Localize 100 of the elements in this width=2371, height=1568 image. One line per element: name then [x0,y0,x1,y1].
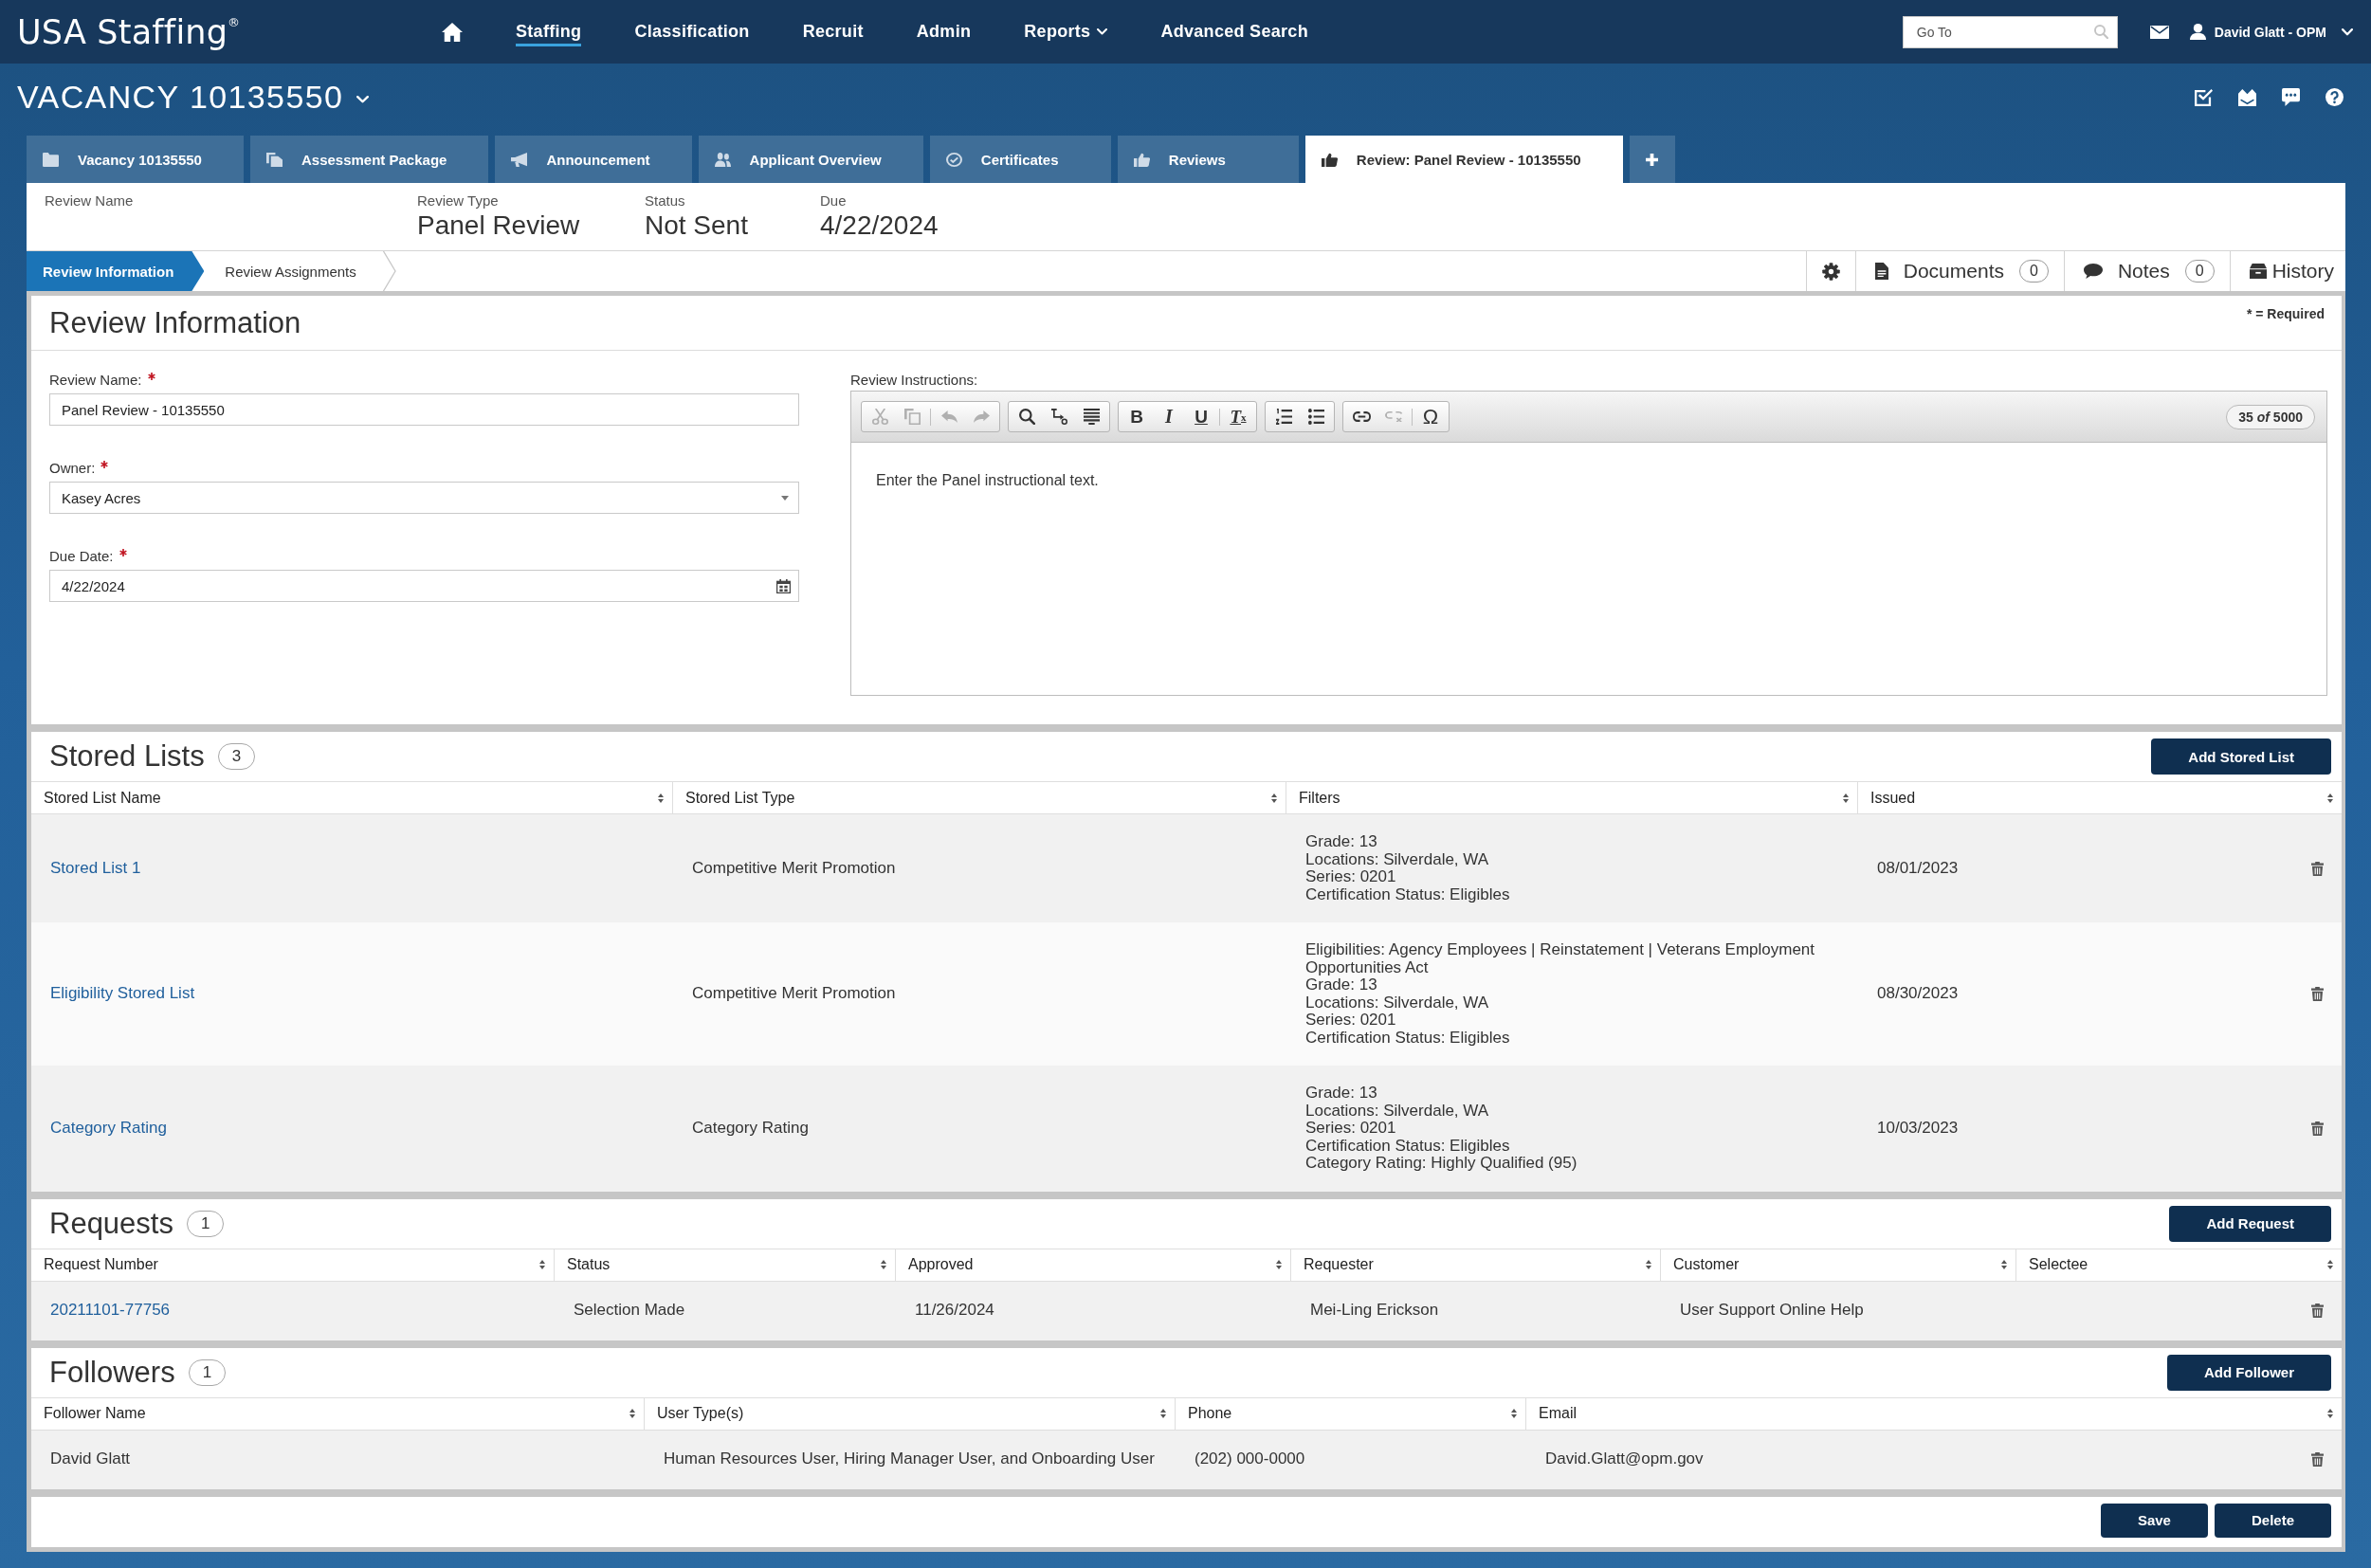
special-character-button[interactable]: Ω [1414,403,1447,430]
add-tab-button[interactable] [1629,136,1675,183]
trash-icon[interactable] [2311,987,2324,1001]
tab[interactable]: Review: Panel Review - 10135550 [1304,136,1623,183]
text-field[interactable]: Panel Review - 10135550 [49,393,799,426]
column-header[interactable]: Phone [1176,1397,1526,1430]
table-cell: Category Rating [692,1120,809,1138]
sort-icon [1160,1409,1166,1418]
column-header[interactable]: Status [555,1249,896,1281]
table-cell: 11/26/2024 [915,1302,994,1320]
underline-button[interactable]: U [1185,403,1217,430]
bold-button[interactable]: B [1121,403,1153,430]
filter-text: Locations: Silverdale, WA [1305,994,1489,1012]
column-header[interactable]: Request Number [31,1249,555,1281]
thumbs-up-icon [1321,152,1338,167]
column-header[interactable]: Filters [1286,782,1858,813]
field-value: Panel Review [417,210,580,242]
caret-icon [356,96,370,103]
vacancy-title[interactable]: VACANCY 10135550 [17,78,370,116]
dropdown-field[interactable]: Kasey Acres [49,482,799,514]
tray-icon[interactable] [2238,87,2256,106]
filter-text: Locations: Silverdale, WA [1305,850,1489,868]
section-title: Review Information [49,305,301,340]
caret-icon [781,495,789,501]
field-label: Review Name: [49,371,142,388]
required-note: * = Required [2246,306,2325,321]
add-button[interactable]: Add Request [2169,1205,2331,1242]
checkbox-icon[interactable] [2195,87,2213,106]
tab[interactable]: Reviews [1117,136,1299,183]
table-cell: Mei-Ling Erickson [1310,1302,1439,1320]
column-header[interactable]: Approved [896,1249,1291,1281]
replace-icon [1050,409,1067,425]
trash-icon[interactable] [2311,1304,2324,1318]
copy-icon [903,409,921,425]
chat-icon[interactable] [2282,87,2300,106]
trash-icon[interactable] [2311,1452,2324,1467]
text-lines-icon [1083,409,1100,425]
document-icon [1874,263,1888,280]
column-header[interactable]: Stored List Name [31,782,673,813]
stored-list-link[interactable]: Eligibility Stored List [50,985,195,1003]
italic-button[interactable]: I [1153,403,1185,430]
stored-list-link[interactable]: Stored List 1 [50,859,141,878]
table-cell: David.Glatt@opm.gov [1545,1450,1704,1468]
column-header[interactable]: Customer [1661,1249,2016,1281]
column-header[interactable]: User Type(s) [645,1397,1176,1430]
tab[interactable]: Applicant Overview [698,136,923,183]
sort-icon [1276,1260,1282,1269]
date-field[interactable]: 4/22/2024 [49,570,799,602]
mail-icon[interactable] [2149,25,2169,39]
nav-link[interactable]: Admin [916,17,972,46]
nav-link[interactable]: Staffing [516,17,582,46]
sort-icon [539,1260,545,1269]
nav-link[interactable]: Recruit [802,17,864,46]
tab[interactable]: Announcement [495,136,692,183]
help-icon[interactable] [2325,87,2344,106]
tab[interactable]: Assessment Package [249,136,489,183]
caret-icon [2342,27,2353,36]
megaphone-icon [511,152,528,167]
user-menu[interactable]: David Glatt - OPM [2189,24,2353,40]
filter-text: Category Rating: Highly Qualified (95) [1305,1155,1578,1173]
caret-icon [1097,28,1108,35]
column-header[interactable]: Selectee [2016,1249,2342,1281]
column-header[interactable]: Email [1526,1397,2342,1430]
unlink-icon [1384,411,1403,422]
box-icon [2249,264,2267,279]
user-icon [2189,24,2206,40]
sort-icon [2001,1260,2007,1269]
column-header[interactable]: Stored List Type [673,782,1286,813]
nav-link[interactable]: Advanced Search [1160,17,1308,46]
trash-icon[interactable] [2311,861,2324,876]
stored-list-link[interactable]: Category Rating [50,1120,167,1138]
section-title: Requests [49,1206,173,1241]
tab[interactable]: Certificates [929,136,1111,183]
field-value: Not Sent [645,210,748,242]
table-cell: Selection Made [574,1302,685,1320]
column-header[interactable]: Issued [1858,782,2342,813]
tab[interactable]: Vacancy 10135550 [27,136,244,183]
go-to-search-field[interactable]: Go To [1902,15,2118,48]
plus-icon [1646,153,1659,166]
column-header[interactable]: Follower Name [31,1397,645,1430]
add-button[interactable]: Add Follower [2167,1354,2331,1391]
filter-text: Certification Status: Eligibles [1305,1137,1510,1155]
step-tab[interactable]: Review Information [27,251,205,291]
sort-icon [1646,1260,1651,1269]
save-button[interactable]: Save [2100,1503,2208,1538]
nav-link[interactable]: Classification [634,17,750,46]
trash-icon[interactable] [2311,1121,2324,1136]
home-icon[interactable] [442,22,463,42]
request-link[interactable]: 20211101-77756 [50,1302,171,1320]
add-button[interactable]: Add Stored List [2151,738,2331,775]
table-cell: 08/30/2023 [1877,985,1959,1003]
nav-link[interactable]: Reports [1024,17,1108,46]
delete-button[interactable]: Delete [2214,1503,2331,1538]
column-header[interactable]: Requester [1291,1249,1661,1281]
character-counter: 35 of 5000 [2226,404,2315,429]
filter-text: Grade: 13 [1305,833,1377,851]
count-badge: 1 [186,1210,225,1237]
field-label: Review Name [45,191,134,210]
link-icon [1352,411,1371,422]
step-tab[interactable]: Review Assignments [204,251,396,291]
